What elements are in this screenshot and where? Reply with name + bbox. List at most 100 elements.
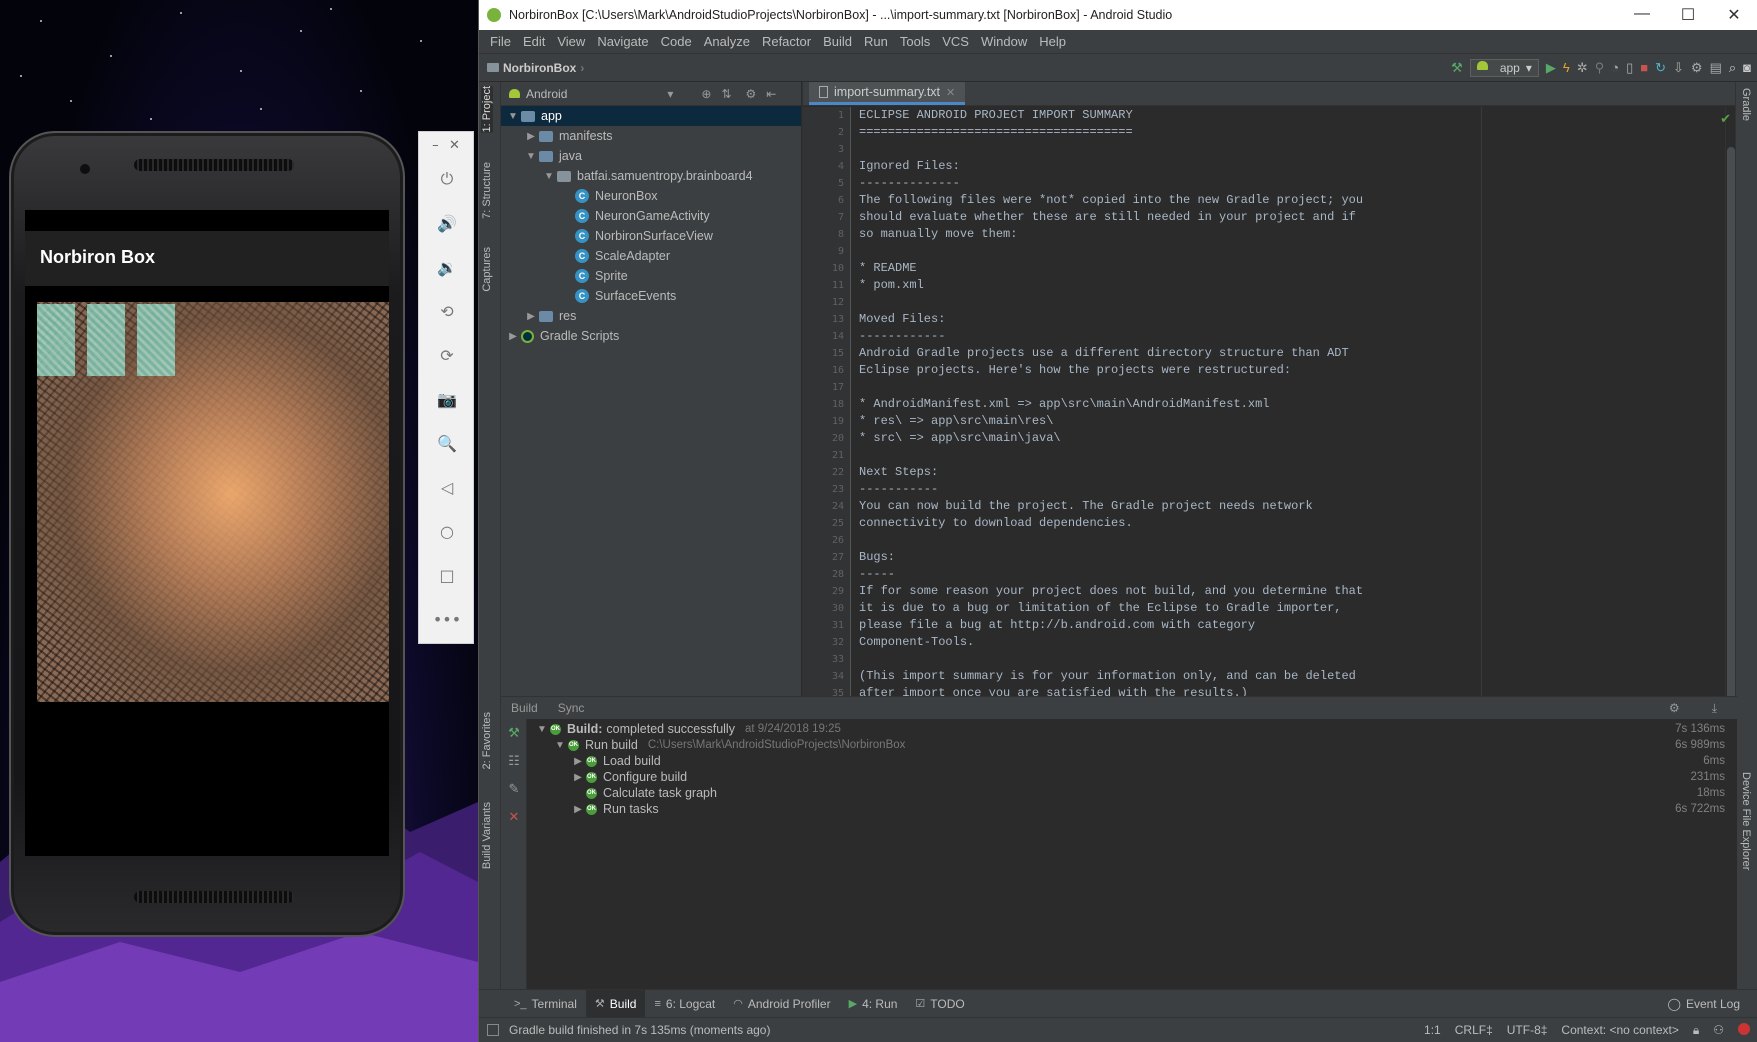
code-line[interactable]: ----------- — [859, 481, 1719, 498]
collapsed-arrow-icon[interactable]: ▶ — [570, 772, 586, 783]
code-line[interactable]: connectivity to download dependencies. — [859, 515, 1719, 532]
code-line[interactable]: Moved Files: — [859, 311, 1719, 328]
tree-item[interactable]: C SurfaceEvents — [501, 286, 801, 306]
code-line[interactable]: Component-Tools. — [859, 634, 1719, 651]
maximize-button[interactable]: ☐ — [1665, 5, 1711, 25]
tab-gradle[interactable]: Gradle — [1740, 88, 1752, 121]
home-icon[interactable]: ○ — [419, 509, 475, 553]
expanded-arrow-icon[interactable]: ▼ — [552, 740, 568, 751]
menu-run[interactable]: Run — [858, 34, 894, 49]
code-line[interactable]: (This import summary is for your informa… — [859, 668, 1719, 685]
event-log-tab[interactable]: ◯ Event Log — [1668, 997, 1757, 1011]
code-line[interactable]: * res\ => app\src\main\res\ — [859, 413, 1719, 430]
expanded-arrow-icon[interactable]: ▼ — [541, 171, 557, 182]
gear-icon[interactable]: ⚙ — [746, 87, 757, 101]
sprite-box[interactable] — [37, 304, 75, 376]
menu-view[interactable]: View — [551, 34, 591, 49]
tab-captures[interactable]: Captures — [481, 247, 493, 292]
collapse-all-icon[interactable]: ⇅ — [721, 87, 731, 101]
collapsed-arrow-icon[interactable]: ▶ — [523, 131, 539, 142]
code-line[interactable]: * src\ => app\src\main\java\ — [859, 430, 1719, 447]
volume-down-icon[interactable]: 🔉 — [419, 245, 475, 289]
hide-panel-icon[interactable]: ⇤ — [766, 87, 776, 101]
line-separator[interactable]: CRLF‡ — [1455, 1023, 1493, 1038]
menu-refactor[interactable]: Refactor — [756, 34, 817, 49]
code-line[interactable]: * pom.xml — [859, 277, 1719, 294]
tab-project[interactable]: 1: Project — [481, 86, 493, 133]
emulator-close-button[interactable]: ✕ — [449, 138, 460, 153]
menu-build[interactable]: Build — [817, 34, 858, 49]
tab-sync[interactable]: Sync — [548, 701, 595, 715]
code-line[interactable]: * README — [859, 260, 1719, 277]
stop-icon[interactable]: ■ — [1640, 60, 1648, 75]
close-button[interactable]: ✕ — [1711, 5, 1757, 25]
pin-icon[interactable]: ✎ — [501, 775, 527, 803]
tab-build-variants[interactable]: Build Variants — [481, 802, 493, 869]
rebuild-hammer-icon[interactable]: ⚒ — [501, 719, 527, 747]
tab-build[interactable]: Build — [501, 701, 548, 715]
menu-file[interactable]: File — [484, 34, 517, 49]
collapsed-arrow-icon[interactable]: ▶ — [523, 311, 539, 322]
cursor-position[interactable]: 1:1 — [1424, 1023, 1441, 1038]
device-manager-icon[interactable]: ⚙ — [1691, 60, 1703, 76]
code-line[interactable]: ECLIPSE ANDROID PROJECT IMPORT SUMMARY — [859, 107, 1719, 124]
project-view-label[interactable]: Android — [526, 87, 567, 101]
build-tree-row[interactable]: ▼ OK Run build C:\Users\Mark\AndroidStudioP… — [528, 737, 1733, 753]
collapsed-arrow-icon[interactable]: ▶ — [570, 804, 586, 815]
attach-debugger-icon[interactable]: ⚲ — [1595, 60, 1605, 76]
tab-favorites[interactable]: 2: Favorites — [481, 712, 493, 769]
power-icon[interactable]: ⏻ — [419, 157, 475, 201]
code-line[interactable] — [859, 379, 1719, 396]
editor-tab-label[interactable]: import-summary.txt — [834, 85, 940, 99]
close-icon[interactable]: ✕ — [946, 86, 955, 99]
tree-item[interactable]: C NeuronGameActivity — [501, 206, 801, 226]
code-line[interactable] — [859, 243, 1719, 260]
tab-4-run[interactable]: ▶ 4: Run — [840, 990, 907, 1018]
profile-icon[interactable]: ◔ — [1611, 60, 1619, 75]
status-message[interactable]: Gradle build finished in 7s 135ms (momen… — [509, 1023, 770, 1037]
code-line[interactable]: Eclipse projects. Here's how the project… — [859, 362, 1719, 379]
tree-item[interactable]: ▼ batfai.samuentropy.brainboard4 — [501, 166, 801, 186]
account-icon[interactable]: ◙ — [1743, 60, 1751, 75]
menu-navigate[interactable]: Navigate — [591, 34, 654, 49]
code-line[interactable]: * AndroidManifest.xml => app\src\main\An… — [859, 396, 1719, 413]
tab-terminal[interactable]: >_ Terminal — [505, 990, 586, 1018]
code-line[interactable]: ------------ — [859, 328, 1719, 345]
tab-6-logcat[interactable]: ≡ 6: Logcat — [645, 990, 724, 1018]
code-line[interactable] — [859, 141, 1719, 158]
hide-panel-icon[interactable]: ⤓ — [1702, 701, 1727, 716]
tree-item[interactable]: C ScaleAdapter — [501, 246, 801, 266]
toggle-view-icon[interactable]: ☷ — [501, 747, 527, 775]
tool-windows-toggle-icon[interactable] — [487, 1024, 499, 1036]
code-line[interactable]: The following files were *not* copied in… — [859, 192, 1719, 209]
locate-icon[interactable]: ⊕ — [701, 87, 711, 101]
phone-screen[interactable]: Norbiron Box — [25, 210, 389, 856]
expanded-arrow-icon[interactable]: ▼ — [534, 724, 550, 735]
zoom-icon[interactable]: 🔍 — [419, 421, 475, 465]
build-tree-row[interactable]: ▶ OK Configure build 231ms — [528, 769, 1733, 785]
project-view-selector[interactable]: Android ▾ ⊕ ⇅ ⚙ ⇤ — [501, 82, 801, 106]
minimize-button[interactable]: — — [1619, 5, 1665, 25]
editor-tab[interactable]: import-summary.txt ✕ — [809, 82, 966, 105]
expanded-arrow-icon[interactable]: ▼ — [523, 151, 539, 162]
code-line[interactable]: Next Steps: — [859, 464, 1719, 481]
code-line[interactable]: ----- — [859, 566, 1719, 583]
make-project-hammer-icon[interactable]: ⚒ — [1451, 60, 1463, 76]
tree-item[interactable]: ▼ java — [501, 146, 801, 166]
sdk-manager-icon[interactable]: ⇩ — [1673, 60, 1684, 76]
emulator-minimize-button[interactable]: – — [432, 138, 439, 153]
collapsed-arrow-icon[interactable]: ▶ — [505, 331, 521, 342]
error-indicator-icon[interactable] — [1738, 1022, 1750, 1035]
expanded-arrow-icon[interactable]: ▼ — [505, 111, 521, 122]
code-line[interactable] — [859, 532, 1719, 549]
build-tree-row[interactable]: ▶ OK Run tasks 6s 722ms — [528, 801, 1733, 817]
menu-vcs[interactable]: VCS — [936, 34, 975, 49]
more-icon[interactable]: ••• — [419, 597, 475, 641]
menu-code[interactable]: Code — [655, 34, 698, 49]
apply-changes-icon[interactable]: ϟ — [1563, 60, 1570, 75]
close-icon[interactable]: ✕ — [501, 803, 527, 831]
chevron-down-icon[interactable]: ▾ — [667, 87, 673, 101]
avd-manager-icon[interactable]: ▯ — [1626, 60, 1633, 76]
tab-structure[interactable]: 7: Structure — [481, 162, 493, 219]
code-line[interactable] — [859, 447, 1719, 464]
